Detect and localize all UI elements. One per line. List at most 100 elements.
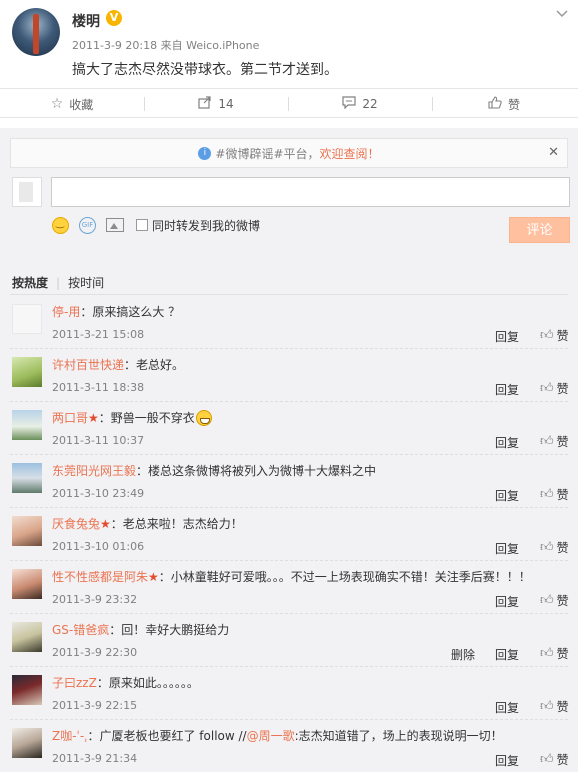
comment-button[interactable]: 22	[288, 89, 432, 119]
reply-button[interactable]: 回复	[495, 646, 519, 663]
commenter-avatar[interactable]	[12, 304, 42, 334]
comment-row: 东莞阳光网王毅：楼总这条微博将被列入为微博十大爆料之中 2011-3-10 23…	[0, 455, 578, 508]
comment-body-continued: :志杰知道错了，场上的表现说明一切！	[294, 729, 503, 743]
comment-input[interactable]	[51, 177, 570, 207]
comment-row: 停-用：原来搞这么大 ？ 2011-3-21 15:08 回复 👍︎ 赞	[0, 296, 578, 349]
sort-by-hot-tab[interactable]: 按热度	[12, 274, 48, 291]
author-name[interactable]: 楼明	[72, 11, 100, 31]
repost-count: 14	[218, 97, 234, 111]
commenter-name[interactable]: GS-错爸疯	[52, 623, 109, 637]
comment-text: 东莞阳光网王毅：楼总这条微博将被列入为微博十大爆料之中	[52, 462, 376, 479]
comment-like-button[interactable]: 👍︎ 赞	[540, 327, 569, 344]
delete-button[interactable]: 删除	[451, 646, 475, 663]
comment-row: Z咖-ˈ-ˌ：广厦老板也要红了 follow //@周一歌:志杰知道错了，场上的…	[0, 720, 578, 772]
reply-button[interactable]: 回复	[495, 434, 519, 451]
share-arrow-icon	[198, 95, 212, 113]
comment-text: 厌食兔兔★：老总来啦！志杰给力！	[52, 515, 243, 532]
submit-comment-button[interactable]: 评论	[509, 217, 570, 243]
gif-icon[interactable]: GIF	[79, 216, 96, 234]
comment-like-label: 赞	[556, 647, 569, 661]
comment-like-label: 赞	[556, 435, 569, 449]
comment-body: ：老总好。	[124, 358, 185, 372]
comment-text: Z咖-ˈ-ˌ：广厦老板也要红了 follow //@周一歌:志杰知道错了，场上的…	[52, 727, 503, 744]
compose-toolbar: GIF 同时转发到我的微博	[52, 216, 260, 234]
commenter-avatar[interactable]	[12, 410, 42, 440]
thumbs-up-icon: 👍︎	[540, 381, 554, 396]
reply-button[interactable]: 回复	[495, 381, 519, 398]
thumbs-up-icon: 👍︎	[540, 434, 554, 449]
comment-body: ：野兽一般不穿衣	[98, 411, 195, 425]
like-label: 赞	[507, 97, 520, 112]
thumbs-up-icon: 👍︎	[540, 646, 554, 661]
close-icon[interactable]: ✕	[548, 145, 559, 160]
divider	[10, 294, 568, 295]
commenter-avatar[interactable]	[12, 728, 42, 758]
comment-body: ：原来如此。。。。。。	[96, 676, 199, 690]
commenter-name[interactable]: 许村百世快递	[52, 358, 124, 372]
comment-like-button[interactable]: 👍︎ 赞	[540, 645, 569, 662]
comment-body: ：老总来啦！志杰给力！	[110, 517, 243, 531]
comment-row: 子曰zzZ：原来如此。。。。。。 2011-3-9 22:15 回复 👍︎ 赞	[0, 667, 578, 720]
comment-like-button[interactable]: 👍︎ 赞	[540, 751, 569, 768]
comment-time: 2011-3-9 22:15	[52, 699, 138, 712]
comment-like-button[interactable]: 👍︎ 赞	[540, 592, 569, 609]
comment-like-button[interactable]: 👍︎ 赞	[540, 698, 569, 715]
thumbs-up-icon: 👍︎	[540, 752, 554, 767]
commenter-name[interactable]: 厌食兔兔	[52, 517, 100, 531]
comment-time: 2011-3-9 23:32	[52, 593, 138, 606]
speech-bubble-icon	[342, 95, 356, 113]
post-action-bar: ☆ 收藏 14 22 赞	[0, 88, 578, 118]
reply-button[interactable]: 回复	[495, 540, 519, 557]
grin-emoji-icon	[195, 410, 212, 426]
reply-button[interactable]: 回复	[495, 328, 519, 345]
thumbs-up-icon: 👍︎	[540, 593, 554, 608]
comment-like-label: 赞	[556, 329, 569, 343]
reply-button[interactable]: 回复	[495, 699, 519, 716]
verified-badge-icon: V	[106, 10, 122, 26]
rumor-link[interactable]: 欢迎查阅！	[320, 145, 380, 162]
commenter-name[interactable]: Z咖-ˈ-ˌ	[52, 729, 87, 743]
favorite-button[interactable]: ☆ 收藏	[0, 89, 144, 119]
comment-time: 2011-3-10 23:49	[52, 487, 145, 500]
comment-text: 许村百世快递：老总好。	[52, 356, 184, 373]
comment-like-button[interactable]: 👍︎ 赞	[540, 486, 569, 503]
commenter-name[interactable]: 两口哥	[52, 411, 88, 425]
author-avatar[interactable]	[12, 8, 60, 56]
commenter-avatar[interactable]	[12, 463, 42, 493]
commenter-avatar[interactable]	[12, 516, 42, 546]
commenter-avatar[interactable]	[12, 357, 42, 387]
comment-like-label: 赞	[556, 594, 569, 608]
commenter-avatar[interactable]	[12, 622, 42, 652]
repost-checkbox[interactable]	[136, 219, 148, 231]
comment-like-button[interactable]: 👍︎ 赞	[540, 433, 569, 450]
reply-button[interactable]: 回复	[495, 487, 519, 504]
commenter-name[interactable]: 子曰zzZ	[52, 676, 97, 690]
commenter-avatar[interactable]	[12, 569, 42, 599]
comment-like-label: 赞	[556, 382, 569, 396]
like-button[interactable]: 赞	[432, 89, 576, 119]
comment-like-label: 赞	[556, 753, 569, 767]
comment-like-button[interactable]: 👍︎ 赞	[540, 380, 569, 397]
comment-text: 停-用：原来搞这么大 ？	[52, 303, 180, 320]
mention-link[interactable]: @周一歌	[247, 729, 295, 743]
commenter-name[interactable]: 东莞阳光网王毅	[52, 464, 136, 478]
comment-like-button[interactable]: 👍︎ 赞	[540, 539, 569, 556]
repost-checkbox-label: 同时转发到我的微博	[152, 218, 261, 233]
member-star-icon: ★	[88, 411, 99, 425]
repost-button[interactable]: 14	[144, 89, 288, 119]
reply-button[interactable]: 回复	[495, 593, 519, 610]
commenter-avatar[interactable]	[12, 675, 42, 705]
chevron-down-icon[interactable]	[556, 8, 570, 22]
post-meta: 2011-3-9 20:18 来自 Weico.iPhone	[72, 39, 260, 52]
image-icon[interactable]	[106, 218, 124, 232]
sort-divider: |	[56, 275, 61, 290]
emoji-icon[interactable]	[52, 216, 69, 234]
comment-text: 性不性感都是阿朱★：小林童鞋好可爱哦。。。不过一上场表现确实不错！关注季后赛！！…	[52, 568, 531, 585]
reply-button[interactable]: 回复	[495, 752, 519, 769]
commenter-name[interactable]: 停-用	[52, 305, 80, 319]
thumbs-up-icon	[488, 95, 502, 113]
comment-text: GS-错爸疯：回！幸好大鹏挺给力	[52, 621, 229, 638]
sort-by-time-tab[interactable]: 按时间	[68, 274, 104, 291]
commenter-name[interactable]: 性不性感都是阿朱	[52, 570, 148, 584]
thumbs-up-icon: 👍︎	[540, 540, 554, 555]
